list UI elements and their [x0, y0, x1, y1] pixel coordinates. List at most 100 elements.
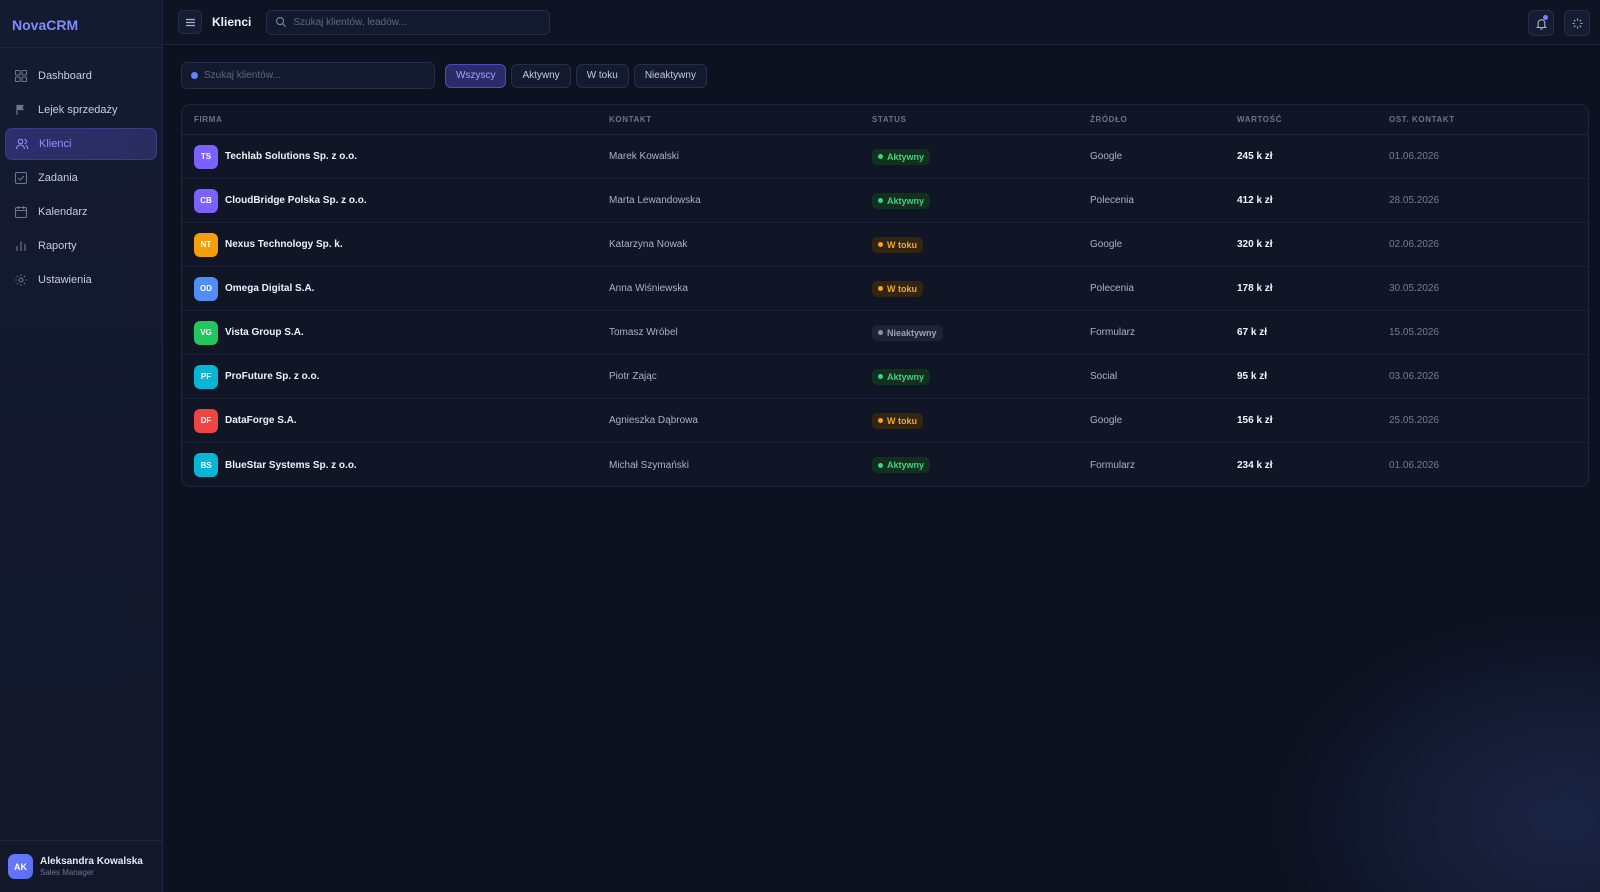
brand-logo[interactable]: NovaCRM — [0, 0, 162, 48]
theme-toggle-button[interactable] — [1564, 10, 1590, 36]
clients-table: FIRMA KONTAKT STATUS ŹRÓDŁO WARTOŚĆ OST.… — [181, 104, 1589, 487]
company-name: ProFuture Sp. z o.o. — [225, 371, 320, 382]
sidebar-item-label: Lejek sprzedaży — [38, 104, 118, 116]
company-name: CloudBridge Polska Sp. z o.o. — [225, 195, 367, 206]
company-name: Techlab Solutions Sp. z o.o. — [225, 151, 358, 162]
user-role: Sales Manager — [40, 868, 94, 877]
sidebar-item-label: Zadania — [38, 172, 78, 184]
checkbox-icon — [14, 171, 28, 185]
global-search[interactable] — [266, 9, 551, 35]
table-row[interactable]: TS Techlab Solutions Sp. z o.o. Marek Ko… — [182, 135, 1588, 179]
status-badge: Aktywny — [872, 148, 931, 165]
table-row[interactable]: BS BlueStar Systems Sp. z o.o. Michał Sz… — [182, 443, 1588, 486]
sidebar-item-raporty[interactable]: Raporty — [5, 230, 157, 262]
sidebar: NovaCRM Dashboard Lejek sprzedaży Klienc… — [0, 0, 163, 892]
column-header-status[interactable]: STATUS — [872, 115, 1090, 124]
status-dot — [878, 154, 883, 159]
main-content: Klienci Wszyscy Aktywny — [163, 0, 1600, 892]
global-search-input[interactable] — [293, 16, 524, 28]
company-logo: DF — [194, 408, 218, 433]
client-search-input[interactable] — [204, 70, 434, 81]
company-name: DataForge S.A. — [225, 415, 297, 426]
source: Social — [1090, 371, 1118, 382]
company-name: Nexus Technology Sp. k. — [225, 239, 343, 250]
contact-name: Michał Szymański — [609, 459, 690, 471]
sidebar-item-zadania[interactable]: Zadania — [5, 162, 157, 194]
user-profile[interactable]: AK Aleksandra Kowalska Sales Manager — [0, 840, 162, 892]
contact-name: Agnieszka Dąbrowa — [609, 415, 698, 426]
bar-chart-icon — [14, 239, 28, 253]
column-header-ost-kontakt[interactable]: OST. KONTAKT — [1389, 115, 1588, 124]
status-dot — [878, 330, 883, 335]
table-body: TS Techlab Solutions Sp. z o.o. Marek Ko… — [182, 135, 1588, 486]
status-label: W toku — [887, 415, 917, 426]
table-row[interactable]: CB CloudBridge Polska Sp. z o.o. Marta L… — [182, 179, 1588, 223]
company-logo: CB — [194, 188, 218, 213]
sidebar-item-kalendarz[interactable]: Kalendarz — [5, 196, 157, 228]
filter-chip-aktywny[interactable]: Aktywny — [511, 63, 571, 88]
contact-name: Katarzyna Nowak — [609, 239, 688, 250]
sidebar-item-label: Ustawienia — [38, 274, 92, 286]
status-badge: Aktywny — [872, 368, 931, 385]
status-dot — [878, 418, 883, 423]
filter-chip-wszyscy[interactable]: Wszyscy — [445, 63, 507, 88]
contact-name: Anna Wiśniewska — [609, 283, 688, 294]
company-name: Omega Digital S.A. — [225, 283, 315, 294]
search-icon — [191, 72, 198, 79]
table-header: FIRMA KONTAKT STATUS ŹRÓDŁO WARTOŚĆ OST.… — [182, 105, 1588, 135]
filter-toolbar: Wszyscy Aktywny W toku Nieaktywny — [181, 62, 712, 89]
hamburger-icon — [185, 18, 195, 26]
contact-name: Marta Lewandowska — [609, 195, 701, 206]
column-header-zrodlo[interactable]: ŹRÓDŁO — [1090, 115, 1237, 124]
status-dot — [878, 242, 883, 247]
last-contact-date: 01.06.2026 — [1389, 151, 1440, 162]
notification-dot — [1543, 15, 1548, 20]
table-row[interactable]: VG Vista Group S.A. Tomasz Wróbel Nieakt… — [182, 311, 1588, 355]
company-logo: VG — [194, 320, 218, 345]
sidebar-item-lejek[interactable]: Lejek sprzedaży — [5, 94, 157, 126]
status-badge: Nieaktywny — [872, 324, 943, 341]
status-label: Nieaktywny — [887, 327, 937, 338]
table-row[interactable]: DF DataForge S.A. Agnieszka Dąbrowa W to… — [182, 399, 1588, 443]
status-dot — [878, 286, 883, 291]
deal-value: 412 k zł — [1237, 195, 1273, 206]
sidebar-item-label: Klienci — [39, 138, 72, 150]
last-contact-date: 03.06.2026 — [1389, 371, 1440, 382]
deal-value: 156 k zł — [1237, 415, 1273, 426]
company-logo: OD — [194, 276, 218, 301]
source: Polecenia — [1090, 195, 1134, 206]
table-row[interactable]: PF ProFuture Sp. z o.o. Piotr Zając Akty… — [182, 355, 1588, 399]
notifications-button[interactable] — [1528, 10, 1554, 36]
sidebar-item-ustawienia[interactable]: Ustawienia — [5, 264, 157, 296]
user-name: Aleksandra Kowalska — [40, 856, 143, 867]
calendar-icon — [14, 205, 28, 219]
menu-toggle-button[interactable] — [178, 10, 202, 34]
status-dot — [878, 198, 883, 203]
table-row[interactable]: NT Nexus Technology Sp. k. Katarzyna Now… — [182, 223, 1588, 267]
sidebar-nav: Dashboard Lejek sprzedaży Klienci Zadani… — [0, 48, 162, 296]
source: Google — [1090, 239, 1123, 250]
loader-icon — [1572, 18, 1582, 28]
filter-chip-nieaktywny[interactable]: Nieaktywny — [633, 63, 707, 88]
deal-value: 245 k zł — [1237, 151, 1273, 162]
status-badge: W toku — [872, 280, 923, 297]
table-row[interactable]: OD Omega Digital S.A. Anna Wiśniewska W … — [182, 267, 1588, 311]
column-header-wartosc[interactable]: WARTOŚĆ — [1237, 115, 1389, 124]
sidebar-item-dashboard[interactable]: Dashboard — [5, 60, 157, 92]
last-contact-date: 15.05.2026 — [1389, 327, 1440, 338]
last-contact-date: 02.06.2026 — [1389, 239, 1440, 250]
avatar: AK — [8, 854, 33, 879]
last-contact-date: 25.05.2026 — [1389, 415, 1440, 426]
filter-chip-w-toku[interactable]: W toku — [575, 63, 629, 88]
status-label: Aktywny — [887, 195, 925, 206]
company-name: BlueStar Systems Sp. z o.o. — [225, 459, 357, 471]
sidebar-item-klienci[interactable]: Klienci — [5, 128, 157, 160]
column-header-firma[interactable]: FIRMA — [182, 115, 609, 124]
grid-icon — [14, 69, 28, 83]
company-logo: TS — [194, 144, 218, 169]
column-header-kontakt[interactable]: KONTAKT — [609, 115, 872, 124]
source: Formularz — [1090, 459, 1136, 471]
client-search[interactable] — [181, 62, 435, 89]
last-contact-date: 28.05.2026 — [1389, 195, 1440, 206]
status-badge: W toku — [872, 412, 923, 429]
